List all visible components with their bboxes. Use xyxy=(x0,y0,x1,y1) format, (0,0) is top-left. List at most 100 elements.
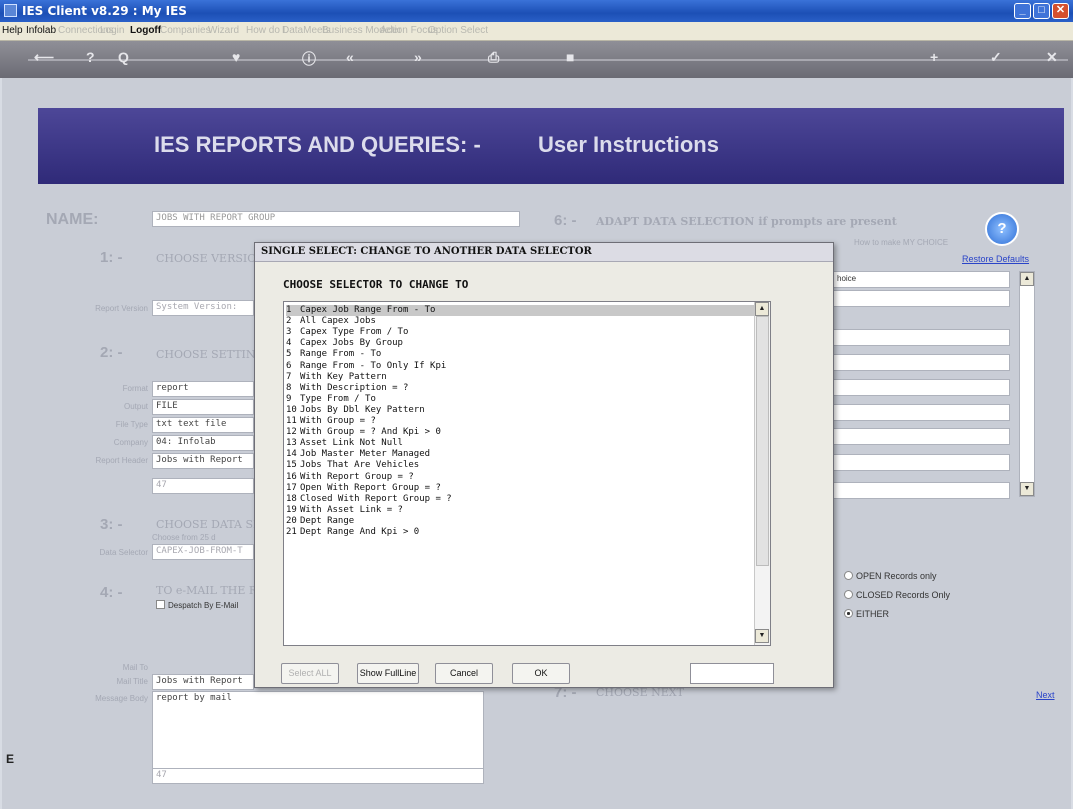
selector-list-item[interactable]: 3 Capex Type From / To xyxy=(286,327,754,338)
selector-list-item[interactable]: 6 Range From - To Only If Kpi xyxy=(286,361,754,372)
selector-item-label: Range From - To xyxy=(300,349,382,360)
help-circle-icon[interactable]: ? xyxy=(985,212,1019,246)
list-scroll-down-icon[interactable]: ▼ xyxy=(755,629,769,643)
print-icon[interactable]: ⎙ xyxy=(488,49,499,66)
choice-header: hoice xyxy=(832,271,1010,288)
selector-list-item[interactable]: 16 With Report Group = ? xyxy=(286,472,754,483)
report-version-field[interactable]: System Version: xyxy=(152,300,254,316)
menu-item-login[interactable]: Login xyxy=(100,25,124,36)
selector-list-item[interactable]: 7 With Key Pattern xyxy=(286,372,754,383)
scroll-down-icon[interactable]: ▼ xyxy=(1020,482,1034,496)
show-full-line-button[interactable]: Show FullLine xyxy=(357,663,419,684)
radio-option[interactable]: CLOSED Records Only xyxy=(844,590,950,600)
output-field[interactable]: FILE xyxy=(152,399,254,415)
dialog-input[interactable] xyxy=(690,663,774,684)
choice-row[interactable] xyxy=(832,454,1010,471)
selector-item-number: 9 xyxy=(286,393,292,404)
minimize-button[interactable]: _ xyxy=(1014,3,1031,19)
selector-item-number: 17 xyxy=(286,482,297,493)
menu-item-wizard[interactable]: Wizard xyxy=(208,25,239,36)
name-label: NAME: xyxy=(46,211,99,228)
selector-list-item[interactable]: 4 Capex Jobs By Group xyxy=(286,338,754,349)
report-header-extra-field[interactable]: 47 xyxy=(152,478,254,494)
menu-item-companies[interactable]: Companies xyxy=(160,25,211,36)
selector-item-label: All Capex Jobs xyxy=(300,316,376,327)
dispatch-email-checkbox[interactable]: Despatch By E-Mail xyxy=(156,600,238,610)
menu-item-option-select[interactable]: Option Select xyxy=(428,25,488,36)
selector-list-scrollbar[interactable]: ▲ ▼ xyxy=(754,302,770,645)
radio-dot-icon xyxy=(844,571,853,580)
format-field[interactable]: report xyxy=(152,381,254,397)
choice-row[interactable] xyxy=(832,404,1010,421)
selector-list-item[interactable]: 15 Jobs That Are Vehicles xyxy=(286,460,754,471)
menu-item-logoff[interactable]: Logoff xyxy=(130,25,161,36)
radio-label: EITHER xyxy=(856,609,890,619)
list-scroll-up-icon[interactable]: ▲ xyxy=(755,302,769,316)
stop-icon[interactable]: ■ xyxy=(566,49,574,65)
selector-item-number: 7 xyxy=(286,371,292,382)
selector-list-item[interactable]: 8 With Description = ? xyxy=(286,383,754,394)
check-icon[interactable]: ✓ xyxy=(990,49,1002,66)
select-all-button[interactable]: Select ALL xyxy=(281,663,339,684)
selector-list-item[interactable]: 18 Closed With Report Group = ? xyxy=(286,494,754,505)
data-selector-field[interactable]: CAPEX-JOB-FROM-T xyxy=(152,544,254,560)
plus-icon[interactable]: + xyxy=(930,49,938,65)
corner-letter: E xyxy=(6,752,15,766)
selector-list-item[interactable]: 1 Capex Job Range From - To xyxy=(286,305,754,316)
selector-list-item[interactable]: 14 Job Master Meter Managed xyxy=(286,449,754,460)
radio-option[interactable]: EITHER xyxy=(844,609,889,619)
selector-item-label: Open With Report Group = ? xyxy=(300,482,441,493)
help-icon[interactable]: ? xyxy=(86,49,95,65)
choice-row[interactable] xyxy=(832,428,1010,445)
choice-row[interactable] xyxy=(832,354,1010,371)
selector-list-item[interactable]: 5 Range From - To xyxy=(286,349,754,360)
selector-list-item[interactable]: 13 Asset Link Not Null xyxy=(286,438,754,449)
maximize-button[interactable]: □ xyxy=(1033,3,1050,19)
list-scroll-thumb[interactable] xyxy=(756,316,769,566)
rewind-icon[interactable]: « xyxy=(346,49,354,65)
cancel-button[interactable]: Cancel xyxy=(435,663,493,684)
radio-label: OPEN Records only xyxy=(856,571,937,581)
next-link[interactable]: Next xyxy=(1036,690,1055,700)
choice-row[interactable] xyxy=(832,379,1010,396)
selector-list-item[interactable]: 10 Jobs By Dbl Key Pattern xyxy=(286,405,754,416)
close-icon[interactable]: ✕ xyxy=(1046,49,1058,66)
close-window-button[interactable]: ✕ xyxy=(1052,3,1069,19)
title-bar: IES Client v8.29 : My IES _ □ ✕ xyxy=(0,0,1073,22)
choice-row[interactable] xyxy=(832,482,1010,499)
selector-list-item[interactable]: 21 Dept Range And Kpi > 0 xyxy=(286,527,754,538)
choice-row[interactable] xyxy=(832,329,1010,346)
radio-option[interactable]: OPEN Records only xyxy=(844,571,937,581)
selector-list-item[interactable]: 12 With Group = ? And Kpi > 0 xyxy=(286,427,754,438)
menu-item-help[interactable]: Help xyxy=(2,25,23,36)
back-arrow-icon[interactable]: ⟵ xyxy=(34,49,54,66)
selector-list-item[interactable]: 19 With Asset Link = ? xyxy=(286,505,754,516)
forward-icon[interactable]: » xyxy=(414,49,422,65)
selector-list-item[interactable]: 20 Dept Range xyxy=(286,516,754,527)
ok-button[interactable]: OK xyxy=(512,663,570,684)
selector-item-number: 8 xyxy=(286,382,292,393)
selector-list-item[interactable]: 2 All Capex Jobs xyxy=(286,316,754,327)
selector-list-item[interactable]: 11 With Group = ? xyxy=(286,416,754,427)
message-body-field[interactable]: report by mail xyxy=(152,691,484,775)
company-field[interactable]: 04: Infolab xyxy=(152,435,254,451)
selector-item-number: 19 xyxy=(286,504,297,515)
selector-list-item[interactable]: 17 Open With Report Group = ? xyxy=(286,483,754,494)
mail-title-field[interactable]: Jobs with Report xyxy=(152,674,254,690)
scroll-up-icon[interactable]: ▲ xyxy=(1020,272,1034,286)
restore-defaults-link[interactable]: Restore Defaults xyxy=(962,254,1029,264)
step6-label: ADAPT DATA SELECTION if prompts are pres… xyxy=(596,215,897,228)
selector-item-label: Closed With Report Group = ? xyxy=(300,493,452,504)
choices-scrollbar[interactable]: ▲ ▼ xyxy=(1019,271,1035,497)
info-icon[interactable]: ⓘ xyxy=(302,49,316,69)
name-field[interactable]: JOBS WITH REPORT GROUP xyxy=(152,211,520,227)
report-header-field[interactable]: Jobs with Report xyxy=(152,453,254,469)
heart-icon[interactable]: ♥ xyxy=(232,49,240,65)
selector-list[interactable]: ▲ ▼ 1 Capex Job Range From - To 2 All Capex… xyxy=(283,301,771,646)
selector-list-item[interactable]: 9 Type From / To xyxy=(286,394,754,405)
search-icon[interactable]: Q xyxy=(118,49,129,65)
choice-row[interactable] xyxy=(832,290,1010,307)
menu-item-infolab[interactable]: Infolab xyxy=(26,25,56,36)
menu-item-how-do-i[interactable]: How do I xyxy=(246,25,285,36)
filetype-field[interactable]: txt text file xyxy=(152,417,254,433)
